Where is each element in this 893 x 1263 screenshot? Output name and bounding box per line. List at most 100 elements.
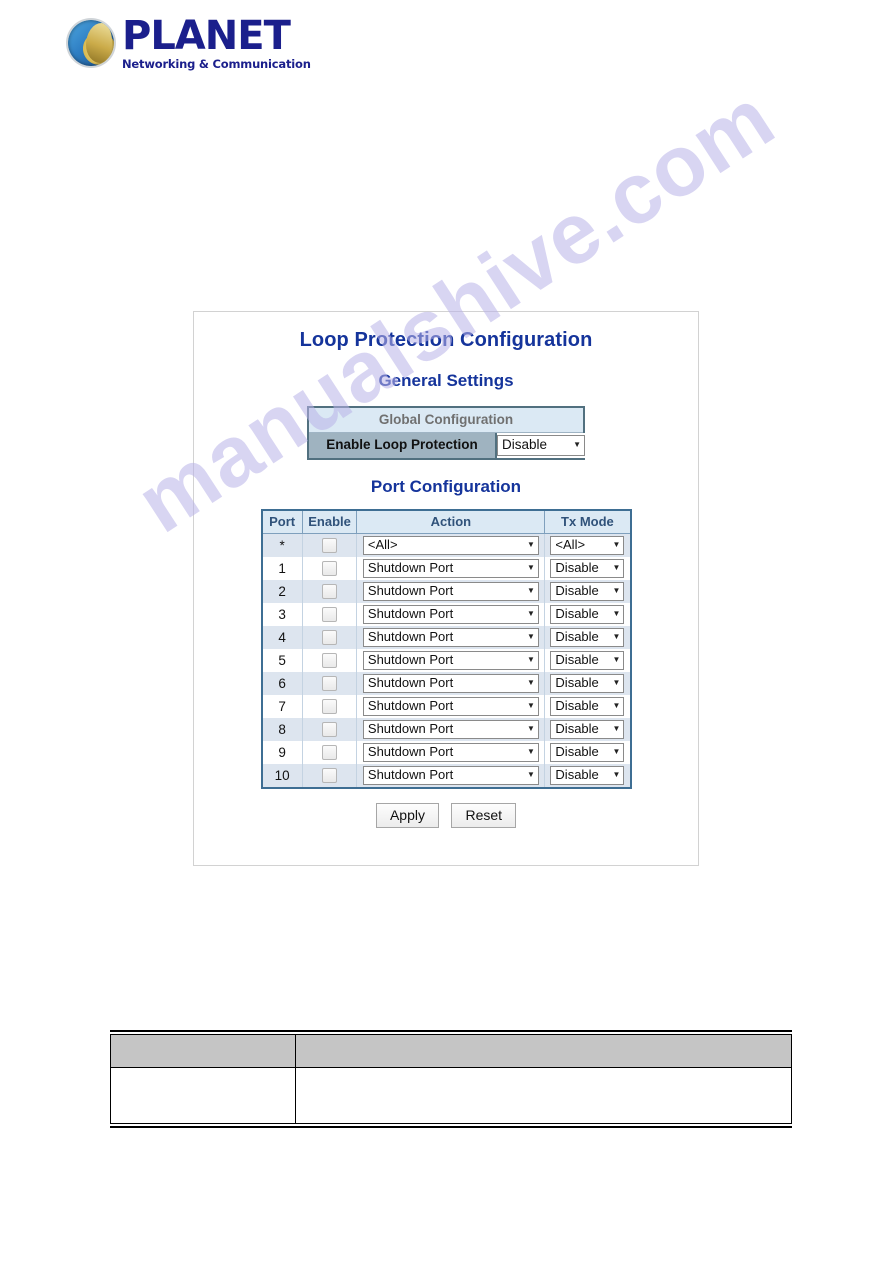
tx-mode-selected-value: Disable (555, 743, 599, 759)
brand-name: PLANET (122, 13, 291, 59)
chevron-down-icon: ▼ (526, 747, 535, 757)
chevron-down-icon: ▼ (612, 655, 621, 665)
enable-checkbox[interactable] (322, 768, 338, 784)
table-row: 4 Shutdown Port ▼ Disable ▼ (261, 626, 631, 649)
cell-enable (301, 557, 358, 580)
tx-mode-selected-value: Disable (555, 720, 599, 736)
global-configuration-header: Global Configuration (309, 408, 583, 433)
table-row: 3 Shutdown Port ▼ Disable ▼ (261, 603, 631, 626)
table-header-row: Port Enable Action Tx Mode (261, 509, 631, 534)
tx-mode-selected-value: Disable (555, 582, 599, 598)
tx-mode-selected-value: <All> (555, 536, 586, 552)
tx-mode-select[interactable]: Disable ▼ (550, 582, 625, 601)
table-row: 7 Shutdown Port ▼ Disable ▼ (261, 695, 631, 718)
action-selected-value: Shutdown Port (367, 766, 454, 782)
action-select[interactable]: Shutdown Port ▼ (362, 697, 539, 716)
enable-checkbox[interactable] (322, 630, 338, 646)
cell-action: Shutdown Port ▼ (356, 626, 546, 649)
chevron-down-icon: ▼ (612, 747, 621, 757)
tx-mode-selected-value: Disable (555, 697, 599, 713)
action-selected-value: Shutdown Port (367, 605, 454, 621)
enable-checkbox[interactable] (322, 607, 338, 623)
cell-enable (301, 718, 358, 741)
description-header-row (110, 1034, 792, 1068)
enable-checkbox[interactable] (322, 538, 338, 554)
cell-enable (301, 672, 358, 695)
table-row: 10 Shutdown Port ▼ Disable ▼ (261, 764, 631, 788)
tx-mode-selected-value: Disable (555, 674, 599, 690)
enable-checkbox[interactable] (322, 676, 338, 692)
action-select[interactable]: Shutdown Port ▼ (362, 674, 539, 693)
action-selected-value: Shutdown Port (367, 674, 454, 690)
chevron-down-icon: ▼ (526, 563, 535, 573)
cell-action: Shutdown Port ▼ (356, 741, 546, 764)
brand-wordmark: PLANET Networking & Communication (122, 16, 311, 71)
cell-port: 7 (261, 695, 303, 718)
table-row: 5 Shutdown Port ▼ Disable ▼ (261, 649, 631, 672)
enable-checkbox[interactable] (322, 745, 338, 761)
action-select[interactable]: Shutdown Port ▼ (362, 628, 539, 647)
description-cell-object (110, 1067, 296, 1124)
cell-action: Shutdown Port ▼ (356, 718, 546, 741)
cell-port: 2 (261, 580, 303, 603)
column-header-action: Action (356, 509, 546, 534)
action-selected-value: Shutdown Port (367, 743, 454, 759)
cell-tx-mode: Disable ▼ (544, 649, 631, 672)
cell-tx-mode: Disable ▼ (544, 557, 631, 580)
column-header-enable: Enable (301, 509, 358, 534)
action-selected-value: Shutdown Port (367, 697, 454, 713)
chevron-down-icon: ▼ (573, 440, 581, 450)
cell-tx-mode: Disable ▼ (544, 672, 631, 695)
column-header-tx-mode: Tx Mode (544, 509, 631, 534)
tx-mode-select[interactable]: Disable ▼ (550, 651, 625, 670)
enable-loop-protection-label: Enable Loop Protection (309, 433, 497, 458)
chevron-down-icon: ▼ (526, 609, 535, 619)
chevron-down-icon: ▼ (526, 770, 535, 780)
cell-enable (301, 626, 358, 649)
enable-checkbox[interactable] (322, 722, 338, 738)
tx-mode-selected-value: Disable (555, 766, 599, 782)
brand-header: PLANET Networking & Communication (68, 16, 311, 71)
action-select[interactable]: <All> ▼ (362, 536, 539, 555)
enable-checkbox[interactable] (322, 699, 338, 715)
enable-checkbox[interactable] (322, 584, 338, 600)
cell-action: Shutdown Port ▼ (356, 672, 546, 695)
cell-action: Shutdown Port ▼ (356, 695, 546, 718)
chevron-down-icon: ▼ (526, 678, 535, 688)
tx-mode-select[interactable]: Disable ▼ (550, 743, 625, 762)
chevron-down-icon: ▼ (526, 701, 535, 711)
tx-mode-select[interactable]: Disable ▼ (550, 559, 625, 578)
action-select[interactable]: Shutdown Port ▼ (362, 766, 539, 785)
reset-button[interactable]: Reset (451, 803, 517, 828)
action-select[interactable]: Shutdown Port ▼ (362, 605, 539, 624)
enable-loop-protection-select[interactable]: Disable ▼ (497, 435, 585, 456)
description-table-wrapper (110, 1030, 792, 1128)
tx-mode-select[interactable]: Disable ▼ (550, 605, 625, 624)
action-select[interactable]: Shutdown Port ▼ (362, 743, 539, 762)
cell-port: 6 (261, 672, 303, 695)
cell-tx-mode: Disable ▼ (544, 626, 631, 649)
tx-mode-select[interactable]: Disable ▼ (550, 766, 625, 785)
tx-mode-select[interactable]: <All> ▼ (550, 536, 625, 555)
cell-action: Shutdown Port ▼ (356, 557, 546, 580)
cell-port: 8 (261, 718, 303, 741)
action-select[interactable]: Shutdown Port ▼ (362, 559, 539, 578)
apply-button[interactable]: Apply (375, 803, 439, 828)
action-select[interactable]: Shutdown Port ▼ (362, 651, 539, 670)
table-row: 9 Shutdown Port ▼ Disable ▼ (261, 741, 631, 764)
tx-mode-select[interactable]: Disable ▼ (550, 674, 625, 693)
tx-mode-select[interactable]: Disable ▼ (550, 628, 625, 647)
table-row: * <All> ▼ <All> ▼ (261, 533, 631, 557)
table-row: 2 Shutdown Port ▼ Disable ▼ (261, 580, 631, 603)
tx-mode-select[interactable]: Disable ▼ (550, 697, 625, 716)
enable-checkbox[interactable] (322, 561, 338, 577)
enable-checkbox[interactable] (322, 653, 338, 669)
action-select[interactable]: Shutdown Port ▼ (362, 720, 539, 739)
action-select[interactable]: Shutdown Port ▼ (362, 582, 539, 601)
table-row: 8 Shutdown Port ▼ Disable ▼ (261, 718, 631, 741)
cell-tx-mode: Disable ▼ (544, 603, 631, 626)
tx-mode-select[interactable]: Disable ▼ (550, 720, 625, 739)
port-configuration-table: Port Enable Action Tx Mode * <All> ▼ <All> ▼… (260, 509, 632, 789)
chevron-down-icon: ▼ (526, 586, 535, 596)
cell-tx-mode: Disable ▼ (544, 718, 631, 741)
